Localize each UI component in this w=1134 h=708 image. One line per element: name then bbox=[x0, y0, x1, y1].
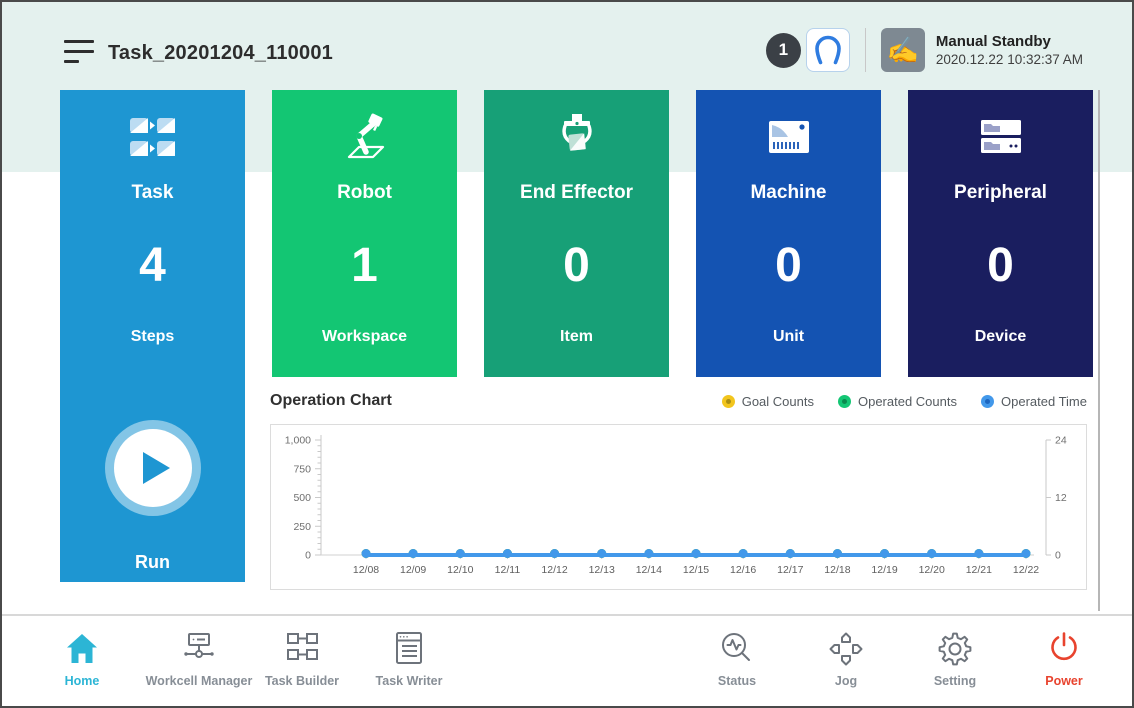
robot-status: Manual Standby 2020.12.22 10:32:37 AM bbox=[936, 33, 1083, 67]
gripper-mode-button[interactable] bbox=[806, 28, 850, 72]
card-title: Task bbox=[60, 182, 245, 204]
status-timestamp: 2020.12.22 10:32:37 AM bbox=[936, 52, 1083, 67]
operated-counts-dot-icon bbox=[838, 395, 851, 408]
svg-text:12/20: 12/20 bbox=[919, 564, 945, 576]
svg-text:12/17: 12/17 bbox=[777, 564, 803, 576]
nav-task-writer[interactable]: Task Writer bbox=[334, 626, 484, 688]
svg-text:12: 12 bbox=[1055, 492, 1067, 504]
card-robot[interactable]: Robot 1 Workspace bbox=[272, 90, 457, 377]
svg-text:0: 0 bbox=[1055, 550, 1061, 562]
card-unit: Workspace bbox=[272, 328, 457, 346]
task-icon bbox=[60, 106, 245, 170]
svg-text:250: 250 bbox=[293, 521, 311, 533]
manual-mode-icon[interactable]: ✍ bbox=[881, 28, 925, 72]
bottom-nav: Home Workcell Manager bbox=[2, 614, 1132, 708]
svg-text:24: 24 bbox=[1055, 435, 1067, 447]
svg-text:12/18: 12/18 bbox=[824, 564, 850, 576]
svg-text:12/11: 12/11 bbox=[495, 564, 521, 576]
card-value: 4 bbox=[60, 236, 245, 296]
setting-icon bbox=[936, 626, 974, 668]
svg-text:12/13: 12/13 bbox=[589, 564, 615, 576]
status-title: Manual Standby bbox=[936, 33, 1083, 50]
workcell-manager-icon bbox=[180, 626, 218, 668]
svg-text:12/08: 12/08 bbox=[353, 564, 379, 576]
chart-header: Operation Chart Goal Counts Operated Cou… bbox=[270, 388, 1087, 414]
card-title: Machine bbox=[696, 182, 881, 204]
peripheral-icon bbox=[908, 106, 1093, 170]
card-peripheral[interactable]: Peripheral 0 Device bbox=[908, 90, 1093, 377]
page-title: Task_20201204_110001 bbox=[108, 42, 333, 65]
run-button[interactable]: Run bbox=[60, 420, 245, 573]
chart-legend: Goal Counts Operated Counts Operated Tim… bbox=[722, 394, 1087, 409]
card-task[interactable]: Task 4 Steps Run bbox=[60, 90, 245, 582]
card-unit: Item bbox=[484, 328, 669, 346]
power-icon bbox=[1045, 626, 1083, 668]
card-value: 0 bbox=[908, 236, 1093, 296]
machine-icon bbox=[696, 106, 881, 170]
play-icon bbox=[143, 452, 170, 484]
card-value: 1 bbox=[272, 236, 457, 296]
header-right: 1 ✍ Manual Standby 2020.12.22 10:32:37 A… bbox=[766, 27, 1083, 73]
operation-chart-plot: 0 250 500 750 1,000 12/08 12/09 12/10 12/11 12/12… bbox=[271, 425, 1086, 589]
legend-operated-counts: Operated Counts bbox=[838, 394, 957, 409]
run-label: Run bbox=[135, 552, 170, 573]
svg-text:12/15: 12/15 bbox=[683, 564, 709, 576]
svg-text:1,000: 1,000 bbox=[285, 435, 311, 447]
robot-teach-pendant-screen: Task_20201204_110001 1 ✍ Manual Standby … bbox=[0, 0, 1134, 708]
header-divider bbox=[865, 28, 866, 72]
robot-icon bbox=[272, 106, 457, 170]
card-title: Peripheral bbox=[908, 182, 1093, 204]
card-machine[interactable]: Machine 0 Unit bbox=[696, 90, 881, 377]
chart-title: Operation Chart bbox=[270, 392, 392, 410]
card-value: 0 bbox=[484, 236, 669, 296]
legend-goal-counts: Goal Counts bbox=[722, 394, 814, 409]
svg-text:12/14: 12/14 bbox=[636, 564, 662, 576]
card-end-effector[interactable]: End Effector 0 Item bbox=[484, 90, 669, 377]
svg-text:12/10: 12/10 bbox=[447, 564, 473, 576]
svg-text:12/19: 12/19 bbox=[871, 564, 897, 576]
menu-icon[interactable] bbox=[64, 40, 94, 66]
status-icon bbox=[718, 626, 756, 668]
task-writer-icon bbox=[390, 626, 428, 668]
svg-text:12/12: 12/12 bbox=[541, 564, 567, 576]
svg-text:12/09: 12/09 bbox=[400, 564, 426, 576]
nav-power[interactable]: Power bbox=[989, 626, 1134, 688]
goal-counts-dot-icon bbox=[722, 395, 735, 408]
vertical-scrollbar[interactable] bbox=[1098, 90, 1100, 611]
card-unit: Steps bbox=[60, 328, 245, 346]
card-unit: Device bbox=[908, 328, 1093, 346]
svg-text:12/22: 12/22 bbox=[1013, 564, 1039, 576]
svg-text:12/21: 12/21 bbox=[966, 564, 992, 576]
end-effector-icon bbox=[484, 106, 669, 170]
task-builder-icon bbox=[283, 626, 321, 668]
svg-text:500: 500 bbox=[293, 492, 311, 504]
jog-icon bbox=[827, 626, 865, 668]
gripper-icon bbox=[808, 30, 848, 70]
notification-badge[interactable]: 1 bbox=[766, 33, 801, 68]
card-value: 0 bbox=[696, 236, 881, 296]
home-icon bbox=[63, 626, 101, 668]
operated-time-dot-icon bbox=[981, 395, 994, 408]
operation-chart: 0 250 500 750 1,000 12/08 12/09 12/10 12/11 12/12… bbox=[270, 424, 1087, 590]
svg-text:12/16: 12/16 bbox=[730, 564, 756, 576]
svg-text:750: 750 bbox=[293, 463, 311, 475]
card-title: End Effector bbox=[484, 182, 669, 204]
card-title: Robot bbox=[272, 182, 457, 204]
legend-operated-time: Operated Time bbox=[981, 394, 1087, 409]
card-unit: Unit bbox=[696, 328, 881, 346]
svg-text:0: 0 bbox=[305, 550, 311, 562]
